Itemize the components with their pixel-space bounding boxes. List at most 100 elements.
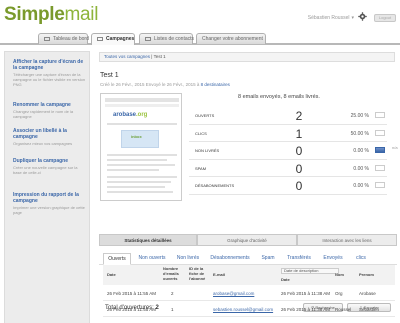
cell-email[interactable]: sebastien.roussel@gmail.com: [213, 307, 273, 312]
stat-percent: 0.00 %: [353, 148, 369, 154]
subtab-spam[interactable]: Spam: [257, 253, 279, 265]
cell-date: 26 Feb 2015 à 11:55 AM: [107, 291, 156, 296]
col-opens-count[interactable]: Nombre d'emails ouverts: [163, 266, 187, 281]
sidebar-item-title: Associer un libellé à la campagne: [13, 128, 67, 140]
stat-value: 0: [295, 144, 303, 158]
report-tabs: Statistiques détaillées Graphique d'acti…: [99, 234, 397, 246]
col-subscriber-id[interactable]: ID de la fiche de l'abonné: [189, 266, 211, 281]
subtab-not-opened[interactable]: Non ouverts: [135, 253, 169, 265]
gear-icon[interactable]: [358, 12, 367, 21]
delivery-summary: 8 emails envoyés, 8 emails livrés.: [238, 94, 320, 100]
sent-text: Envoyé le 26 Févr., 2015 à: [144, 82, 201, 87]
cell-opens-count: 1: [171, 307, 174, 312]
sidebar-item-duplicate[interactable]: Dupliquer la campagne Créer une nouvelle…: [13, 158, 87, 175]
table-row[interactable]: 26 Feb 2015 à 11:55 AM 1 sebastien.rouss…: [103, 303, 395, 317]
stat-label: OUVERTS: [195, 113, 215, 118]
preview-line: [107, 164, 175, 166]
created-prefix: Créé le: [100, 82, 116, 87]
stat-label: CLICS: [195, 130, 207, 136]
sort-select[interactable]: Date de description: [281, 268, 339, 274]
sidebar: Afficher la capture d'écran de la campag…: [4, 51, 90, 323]
logout-button[interactable]: Logout: [374, 14, 396, 22]
tab-dashboard[interactable]: Tableau de bord: [38, 33, 89, 44]
table-header: Date Nombre d'emails ouverts ID de la fi…: [103, 265, 395, 285]
subtab-undelivered[interactable]: Non livrés: [173, 253, 203, 265]
tab-label: Campagnes: [106, 36, 135, 42]
sidebar-item-rename[interactable]: Renommer la campagne Changez rapidement …: [13, 102, 87, 119]
cell-date2: 26 Feb 2015 à 11:38 AM: [281, 291, 330, 296]
recipients-link[interactable]: 8 destinataires: [201, 82, 230, 87]
bar-chart-icon: [375, 164, 385, 171]
stat-row-unsubscribes[interactable]: DÉSABONNEMENTS 0 0.00 %: [189, 177, 387, 195]
col-date2[interactable]: Date: [281, 277, 290, 282]
stat-row-opened[interactable]: OUVERTS 2 25.00 %: [189, 107, 387, 125]
sidebar-item-desc: Organisez mieux vos campagnes: [13, 141, 73, 146]
tab-campaigns[interactable]: Campagnes: [91, 33, 135, 45]
subtab-unsubscribes[interactable]: Désabonnements: [207, 253, 253, 265]
subtab-forwarded[interactable]: Transférés: [283, 253, 315, 265]
cell-name: Org: [335, 291, 343, 296]
tab-label: Changer votre abonnement: [202, 36, 263, 42]
stat-row-undelivered[interactable]: NON LIVRÉS 0 0.00 %: [189, 142, 387, 160]
envelope-icon: [97, 36, 103, 41]
preview-image: [121, 130, 159, 148]
tab-contact-lists[interactable]: Listes de contacts: [139, 33, 194, 44]
preview-bar: [105, 98, 179, 102]
app-logo[interactable]: Simplemail: [4, 4, 98, 26]
cell-opens-count: 2: [171, 291, 174, 296]
stat-percent: 25.00 %: [350, 113, 369, 119]
logo-part1: Simple: [4, 4, 65, 25]
tab-link-interaction[interactable]: Interaction avec les liens: [297, 234, 397, 246]
campaign-title: Test 1: [100, 72, 119, 79]
stat-percent: 0.00 %: [353, 165, 369, 172]
campaign-preview[interactable]: arobase.org inbox: [100, 93, 182, 201]
stat-row-clicks[interactable]: CLICS 1 50.00 %: [189, 125, 387, 142]
bar-chart-icon: [375, 147, 385, 153]
col-email[interactable]: E-mail: [213, 272, 225, 277]
cell-firstname: Sébastien: [359, 307, 380, 312]
subtab-clicks[interactable]: clics: [351, 253, 371, 265]
preview-line: [107, 186, 165, 188]
subtab-sent[interactable]: Envoyés: [319, 253, 347, 265]
tab-detailed-stats[interactable]: Statistiques détaillées: [99, 234, 197, 246]
subtab-opened[interactable]: Ouverts: [103, 253, 131, 265]
breadcrumb: Toutes vos campagnes | Test 1: [99, 52, 395, 62]
cell-email[interactable]: arobase@gmail.com: [213, 291, 254, 296]
tab-change-subscription[interactable]: Changer votre abonnement: [196, 33, 266, 44]
sidebar-item-title: Afficher la capture d'écran de la campag…: [13, 59, 84, 71]
user-name: Sébastien Roussel: [307, 15, 350, 21]
stat-label: NON LIVRÉS: [195, 148, 220, 153]
col-date[interactable]: Date: [107, 272, 116, 277]
preview-badge: inbox: [131, 134, 142, 139]
sidebar-item-label[interactable]: Associer un libellé à la campagne Organi…: [13, 128, 87, 146]
col-firstname[interactable]: Prenom: [359, 272, 374, 277]
main-tab-bar: Tableau de bord Campagnes Listes de cont…: [0, 33, 400, 45]
preview-line: [107, 154, 177, 156]
stat-value: 0: [295, 179, 303, 193]
preview-brand: arobase.org: [113, 112, 147, 118]
stat-label: DÉSABONNEMENTS: [195, 183, 235, 188]
list-icon: [145, 36, 151, 41]
table-row[interactable]: 26 Feb 2015 à 11:55 AM 2 arobase@gmail.c…: [103, 287, 395, 301]
logo-part2: mail: [64, 4, 99, 25]
breadcrumb-root[interactable]: Toutes vos campagnes: [104, 54, 150, 59]
col-name[interactable]: Nom: [335, 272, 344, 277]
sidebar-item-title: Dupliquer la campagne: [13, 158, 69, 164]
tab-activity-chart[interactable]: Graphique d'activité: [197, 234, 297, 246]
stat-row-spam[interactable]: SPAM 0 0.00 %: [189, 160, 387, 177]
chevron-down-icon: ▾: [351, 15, 354, 21]
stat-label: SPAM: [195, 165, 207, 171]
detail-subtabs: Ouverts Non ouverts Non livrés Désabonne…: [99, 253, 397, 265]
cell-name: Roussel: [335, 307, 352, 312]
sidebar-item-screenshot[interactable]: Afficher la capture d'écran de la campag…: [13, 59, 87, 87]
created-date: 26 Févr., 2015: [115, 82, 145, 87]
bar-chart-icon: [375, 129, 385, 136]
cell-firstname: Arobase: [359, 291, 376, 296]
bar-chart-icon: [375, 182, 385, 188]
preview-line: [107, 176, 177, 178]
breadcrumb-current: Test 1: [153, 54, 166, 59]
user-menu[interactable]: Sébastien Roussel ▾: [308, 15, 354, 21]
sidebar-item-title: Impression du rapport de la campagne: [13, 192, 79, 204]
sidebar-item-print-report[interactable]: Impression du rapport de la campagne Imp…: [13, 192, 87, 215]
preview-line: [107, 181, 171, 183]
